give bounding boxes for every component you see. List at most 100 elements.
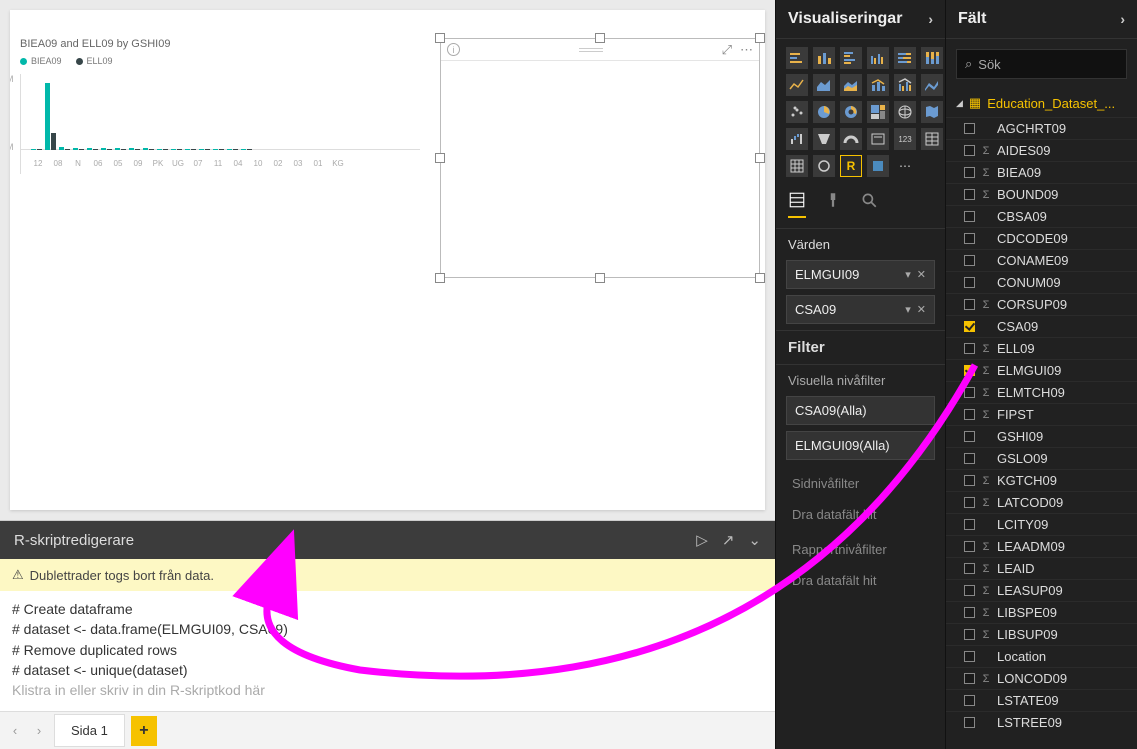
checkbox[interactable] xyxy=(964,343,975,354)
checkbox[interactable] xyxy=(964,123,975,134)
stacked-column-icon[interactable] xyxy=(813,47,835,69)
treemap-icon[interactable] xyxy=(867,101,889,123)
prev-page-icon[interactable]: ‹ xyxy=(6,723,24,738)
py-visual-icon[interactable] xyxy=(867,155,889,177)
chevron-down-icon[interactable]: ▾ xyxy=(905,303,911,316)
card-icon[interactable] xyxy=(867,128,889,150)
line-chart-icon[interactable] xyxy=(786,74,808,96)
checkbox[interactable] xyxy=(964,453,975,464)
field-row[interactable]: ΣCORSUP09 xyxy=(946,293,1137,315)
checkbox[interactable] xyxy=(964,145,975,156)
field-row[interactable]: ΣLEAADM09 xyxy=(946,535,1137,557)
matrix-icon[interactable] xyxy=(786,155,808,177)
r-visual-icon[interactable]: R xyxy=(840,155,862,177)
drop-hint[interactable]: Dra datafält hit xyxy=(786,501,935,528)
checkbox[interactable] xyxy=(964,387,975,398)
funnel-icon[interactable] xyxy=(813,128,835,150)
checkbox[interactable] xyxy=(964,233,975,244)
checkbox[interactable] xyxy=(964,497,975,508)
field-row[interactable]: LSTATE09 xyxy=(946,689,1137,711)
checkbox[interactable] xyxy=(964,431,975,442)
kpi-icon[interactable]: 123 xyxy=(894,128,916,150)
resize-handle[interactable] xyxy=(755,33,765,43)
resize-handle[interactable] xyxy=(755,273,765,283)
area-chart-icon[interactable] xyxy=(813,74,835,96)
r-script-visual[interactable]: i ⤢ ⋯ xyxy=(440,38,760,278)
table-icon[interactable] xyxy=(921,128,943,150)
checkbox[interactable] xyxy=(964,673,975,684)
page-tab[interactable]: Sida 1 xyxy=(54,714,125,747)
resize-handle[interactable] xyxy=(435,33,445,43)
field-row[interactable]: ΣLIBSUP09 xyxy=(946,623,1137,645)
filled-map-icon[interactable] xyxy=(921,101,943,123)
checkbox[interactable] xyxy=(964,629,975,640)
checkbox[interactable] xyxy=(964,651,975,662)
field-row[interactable]: ΣLATCOD09 xyxy=(946,491,1137,513)
checkbox[interactable] xyxy=(964,255,975,266)
checkbox[interactable] xyxy=(964,211,975,222)
field-row[interactable]: CDCODE09 xyxy=(946,227,1137,249)
combo-chart-icon[interactable] xyxy=(867,74,889,96)
resize-handle[interactable] xyxy=(435,153,445,163)
combo-chart2-icon[interactable] xyxy=(894,74,916,96)
stacked-bar100-icon[interactable] xyxy=(894,47,916,69)
checkbox[interactable] xyxy=(964,365,975,376)
stacked-col100-icon[interactable] xyxy=(921,47,943,69)
ribbon-icon[interactable] xyxy=(921,74,943,96)
stacked-area-icon[interactable] xyxy=(840,74,862,96)
field-row[interactable]: CONAME09 xyxy=(946,249,1137,271)
search-input[interactable]: ⌕ Sök xyxy=(956,49,1127,79)
expand-icon[interactable]: ◢ xyxy=(956,98,963,109)
field-row[interactable]: LSTREE09 xyxy=(946,711,1137,733)
field-row[interactable]: AGCHRT09 xyxy=(946,117,1137,139)
field-row[interactable]: ΣELL09 xyxy=(946,337,1137,359)
value-well[interactable]: ELMGUI09 ▾✕ xyxy=(786,260,935,289)
field-row[interactable]: ΣLEASUP09 xyxy=(946,579,1137,601)
remove-icon[interactable]: ✕ xyxy=(917,268,926,281)
table-header[interactable]: ◢ ▦ Education_Dataset_... xyxy=(946,89,1137,117)
checkbox[interactable] xyxy=(964,277,975,288)
field-row[interactable]: CBSA09 xyxy=(946,205,1137,227)
resize-handle[interactable] xyxy=(755,153,765,163)
collapse-icon[interactable]: ⌄ xyxy=(748,531,761,549)
analytics-tab-icon[interactable] xyxy=(860,191,878,218)
donut-icon[interactable] xyxy=(840,101,862,123)
waterfall-icon[interactable] xyxy=(786,128,808,150)
checkbox[interactable] xyxy=(964,717,975,728)
field-row[interactable]: ΣKGTCH09 xyxy=(946,469,1137,491)
stacked-bar-icon[interactable] xyxy=(786,47,808,69)
checkbox[interactable] xyxy=(964,409,975,420)
field-row[interactable]: ΣLONCOD09 xyxy=(946,667,1137,689)
checkbox[interactable] xyxy=(964,563,975,574)
chevron-right-icon[interactable]: › xyxy=(1120,11,1125,27)
bar-chart-visual[interactable]: BIEA09 and ELL09 by GSHI09 BIEA09 ELL09 … xyxy=(20,38,420,218)
resize-handle[interactable] xyxy=(595,273,605,283)
report-canvas[interactable]: BIEA09 and ELL09 by GSHI09 BIEA09 ELL09 … xyxy=(10,10,765,510)
checkbox[interactable] xyxy=(964,541,975,552)
resize-handle[interactable] xyxy=(435,273,445,283)
clustered-bar-icon[interactable] xyxy=(840,47,862,69)
drop-hint[interactable]: Dra datafält hit xyxy=(786,567,935,594)
resize-handle[interactable] xyxy=(595,33,605,43)
field-row[interactable]: ΣFIPST xyxy=(946,403,1137,425)
field-row[interactable]: ΣELMTCH09 xyxy=(946,381,1137,403)
checkbox[interactable] xyxy=(964,189,975,200)
script-code-area[interactable]: # Create dataframe # dataset <- data.fra… xyxy=(0,591,775,711)
map-icon[interactable] xyxy=(894,101,916,123)
pie-icon[interactable] xyxy=(813,101,835,123)
field-row[interactable]: GSLO09 xyxy=(946,447,1137,469)
field-row[interactable]: CONUM09 xyxy=(946,271,1137,293)
next-page-icon[interactable]: › xyxy=(30,723,48,738)
checkbox[interactable] xyxy=(964,585,975,596)
checkbox[interactable] xyxy=(964,299,975,310)
slicer-icon[interactable] xyxy=(813,155,835,177)
more-visuals-icon[interactable]: ⋯ xyxy=(894,155,916,177)
filter-well[interactable]: CSA09(Alla) xyxy=(786,396,935,425)
clustered-column-icon[interactable] xyxy=(867,47,889,69)
gauge-icon[interactable] xyxy=(840,128,862,150)
field-row[interactable]: ΣBIEA09 xyxy=(946,161,1137,183)
field-row[interactable]: GSHI09 xyxy=(946,425,1137,447)
format-tab-icon[interactable] xyxy=(824,191,842,218)
checkbox[interactable] xyxy=(964,607,975,618)
checkbox[interactable] xyxy=(964,321,975,332)
